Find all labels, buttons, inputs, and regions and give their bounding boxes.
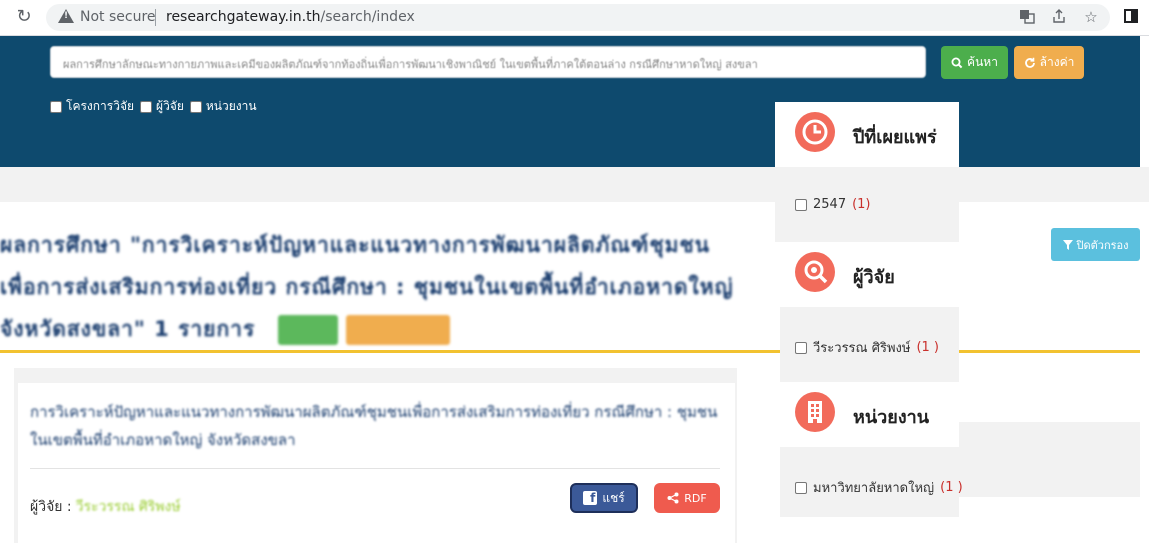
rdf-button[interactable]: RDF — [654, 483, 720, 513]
share-nodes-icon — [667, 492, 679, 504]
filter-organization-checkbox[interactable] — [189, 100, 202, 113]
search-button-label: ค้นหา — [967, 55, 998, 69]
facet-year-count: (1) — [852, 197, 871, 212]
facet-year-checkbox[interactable] — [795, 198, 807, 211]
filter-researcher-checkbox[interactable] — [140, 100, 153, 113]
filter-organization[interactable]: หน่วยงาน — [189, 97, 257, 116]
security-label[interactable]: Not secure — [80, 9, 156, 25]
accent-divider — [0, 350, 1140, 353]
search-input[interactable]: ผลการศึกษาลักษณะทางกายภาพและเคมีของผลิตภ… — [50, 46, 926, 78]
share-button-label: แชร์ — [602, 490, 625, 505]
eye-search-icon — [795, 252, 835, 292]
facet-year-title: ปีที่เผยแพร่ — [853, 127, 937, 148]
filter-project[interactable]: โครงการวิจัย — [50, 97, 134, 116]
translate-icon[interactable] — [1018, 8, 1036, 26]
filter-researcher-label: ผู้วิจัย — [156, 99, 184, 113]
rdf-button-label: RDF — [684, 491, 707, 505]
filter-project-checkbox[interactable] — [50, 100, 62, 113]
researcher-label: ผู้วิจัย : — [30, 499, 72, 515]
facet-researcher-header: ผู้วิจัย — [775, 242, 959, 307]
share-page-icon[interactable] — [1050, 8, 1068, 26]
url-path: /search/index — [320, 9, 415, 25]
close-filter-button[interactable]: ปิดตัวกรอง — [1051, 228, 1140, 261]
filter-icon — [1062, 239, 1073, 250]
facet-organization-count: (1 ) — [940, 480, 963, 495]
facet-year-value: 2547 — [813, 197, 847, 212]
title-orange-button[interactable] — [345, 315, 450, 345]
facet-researcher-count: (1 ) — [916, 340, 939, 355]
search-header: ผลการศึกษาลักษณะทางกายภาพและเคมีของผลิตภ… — [0, 36, 1140, 167]
filter-project-label: โครงการวิจัย — [66, 99, 135, 113]
close-filter-label: ปิดตัวกรอง — [1076, 238, 1129, 252]
title-green-button[interactable] — [277, 315, 338, 345]
page-title: ผลการศึกษา "การวิเคราะห์ปัญหาและแนวทางกา… — [0, 224, 740, 350]
search-type-filters: โครงการวิจัย ผู้วิจัย หน่วยงาน — [50, 97, 257, 116]
filter-organization-label: หน่วยงาน — [205, 99, 257, 113]
bookmark-star-icon[interactable]: ☆ — [1082, 8, 1100, 26]
result-title[interactable]: การวิเคราะห์ปัญหาและแนวทางการพัฒนาผลิตภั… — [30, 398, 720, 454]
search-icon — [951, 57, 963, 68]
facet-year-header: ปีที่เผยแพร่ — [775, 102, 959, 167]
facet-organization-checkbox[interactable] — [795, 481, 807, 494]
facet-researcher-value: วีระวรรณ ศิริพงษ์ — [813, 341, 911, 356]
warning-icon[interactable] — [58, 9, 74, 23]
reload-icon[interactable]: ↻ — [14, 7, 34, 27]
facet-organization-header: หน่วยงาน — [775, 382, 959, 447]
reset-button[interactable]: ล้างค่า — [1014, 46, 1084, 79]
address-separator — [155, 9, 156, 26]
side-panel-icon[interactable] — [1124, 9, 1138, 23]
facet-organization-value: มหาวิทยาลัยหาดใหญ่ — [813, 481, 935, 496]
facebook-icon: f — [583, 491, 598, 505]
share-button[interactable]: f แชร์ — [570, 483, 638, 513]
building-icon — [795, 392, 835, 432]
facet-year-item[interactable]: 2547 (1) — [795, 197, 871, 212]
gray-strip — [0, 167, 1149, 202]
facet-researcher-item[interactable]: วีระวรรณ ศิริพงษ์ (1 ) — [795, 337, 939, 358]
facet-researcher-title: ผู้วิจัย — [853, 267, 895, 288]
facet-organization-bg-right — [959, 422, 1140, 497]
url-host: researchgateway.in.th — [166, 9, 321, 25]
address-bar[interactable]: Not secure researchgateway.in.th/search/… — [46, 4, 1110, 31]
result-researcher: ผู้วิจัย : วีระวรรณ ศิริพงษ์ — [30, 496, 181, 518]
filter-researcher[interactable]: ผู้วิจัย — [140, 97, 184, 116]
search-button[interactable]: ค้นหา — [941, 46, 1008, 79]
browser-toolbar: ↻ Not secure researchgateway.in.th/searc… — [0, 0, 1149, 36]
clock-icon — [795, 112, 835, 152]
result-divider — [30, 468, 720, 469]
url-text[interactable]: researchgateway.in.th/search/index — [166, 9, 415, 25]
facet-organization-item[interactable]: มหาวิทยาลัยหาดใหญ่ (1 ) — [795, 477, 963, 498]
reset-button-label: ล้างค่า — [1039, 55, 1075, 69]
facet-researcher-checkbox[interactable] — [795, 341, 807, 354]
researcher-name[interactable]: วีระวรรณ ศิริพงษ์ — [76, 499, 181, 515]
facet-organization-title: หน่วยงาน — [853, 407, 930, 428]
refresh-icon — [1024, 57, 1035, 68]
